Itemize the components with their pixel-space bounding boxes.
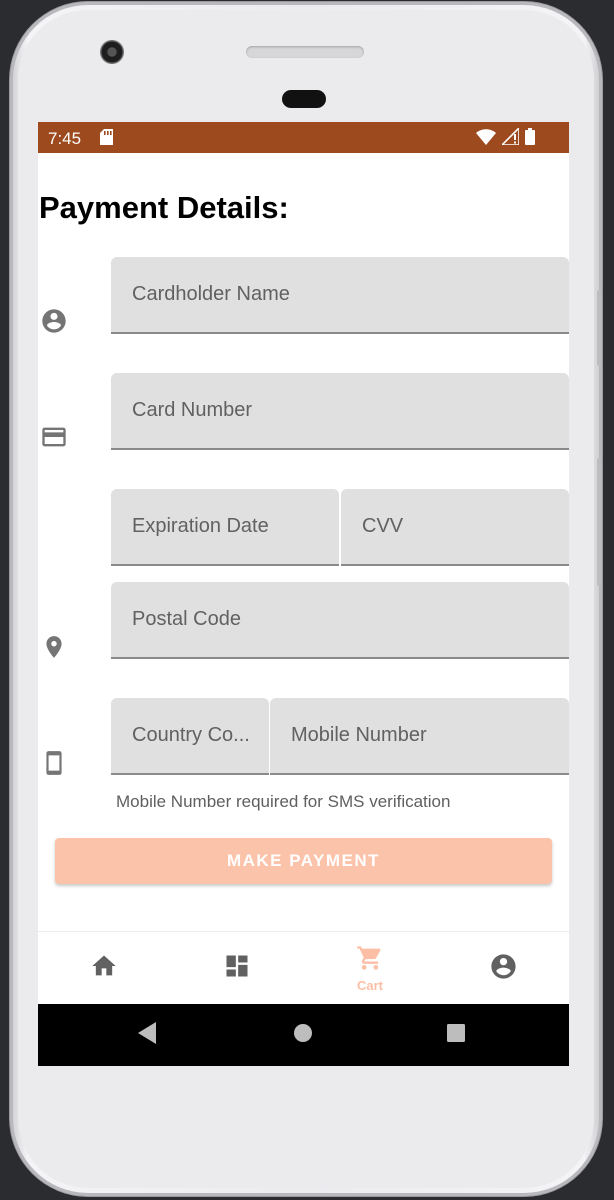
- wifi-icon: [476, 128, 496, 150]
- app-screen: 7:45 Payment Details: Cardholder Name Ca…: [38, 122, 569, 1066]
- proximity-sensor: [282, 90, 326, 108]
- status-icons: [476, 126, 535, 150]
- card-number-field[interactable]: Card Number: [111, 373, 569, 450]
- smartphone-icon: [41, 748, 67, 783]
- recents-button[interactable]: [431, 1004, 481, 1066]
- location-pin-icon: [41, 633, 67, 666]
- mobile-number-placeholder: Mobile Number: [291, 724, 427, 746]
- nav-item-account[interactable]: [470, 932, 536, 1005]
- credit-card-icon: [40, 423, 68, 456]
- status-time: 7:45: [48, 129, 82, 148]
- system-navigation-bar: [38, 1004, 569, 1066]
- country-code-field[interactable]: Country Co...: [111, 698, 269, 775]
- postal-code-field[interactable]: Postal Code: [111, 582, 569, 659]
- home-icon: [90, 952, 118, 985]
- back-triangle-icon: [138, 1021, 158, 1049]
- signal-icon: [500, 126, 520, 150]
- postal-code-placeholder: Postal Code: [132, 608, 241, 630]
- cvv-field[interactable]: CVV: [341, 489, 569, 566]
- dashboard-icon: [223, 952, 251, 985]
- sd-card-icon: [100, 129, 113, 150]
- home-circle-icon: [293, 1023, 313, 1048]
- power-button: [597, 290, 601, 366]
- expiration-date-placeholder: Expiration Date: [132, 515, 269, 537]
- volume-button: [597, 458, 601, 586]
- nav-item-cart[interactable]: Cart: [337, 932, 403, 1005]
- nav-item-home[interactable]: [71, 932, 137, 1005]
- card-number-placeholder: Card Number: [132, 399, 253, 421]
- mobile-number-field[interactable]: Mobile Number: [270, 698, 569, 775]
- home-system-button[interactable]: [278, 1004, 328, 1066]
- front-camera: [100, 40, 124, 64]
- cvv-placeholder: CVV: [362, 515, 404, 537]
- mobile-helper-text: Mobile Number required for SMS verificat…: [116, 792, 451, 811]
- country-code-placeholder: Country Co...: [132, 724, 250, 746]
- battery-icon: [525, 128, 535, 150]
- nav-item-dashboard[interactable]: [204, 932, 270, 1005]
- cart-icon: [355, 944, 385, 977]
- cardholder-name-placeholder: Cardholder Name: [132, 283, 290, 305]
- make-payment-button[interactable]: MAKE PAYMENT: [55, 838, 552, 884]
- account-icon: [489, 952, 518, 986]
- back-button[interactable]: [123, 1004, 173, 1066]
- bottom-navigation: Cart: [38, 931, 569, 1005]
- nav-label-cart: Cart: [356, 978, 383, 993]
- page-title: Payment Details:: [39, 190, 289, 225]
- account-circle-icon: [40, 307, 68, 340]
- expiration-date-field[interactable]: Expiration Date: [111, 489, 339, 566]
- cardholder-name-field[interactable]: Cardholder Name: [111, 257, 569, 334]
- status-bar: 7:45: [38, 122, 569, 153]
- recents-square-icon: [446, 1023, 466, 1048]
- earpiece-speaker: [246, 46, 364, 58]
